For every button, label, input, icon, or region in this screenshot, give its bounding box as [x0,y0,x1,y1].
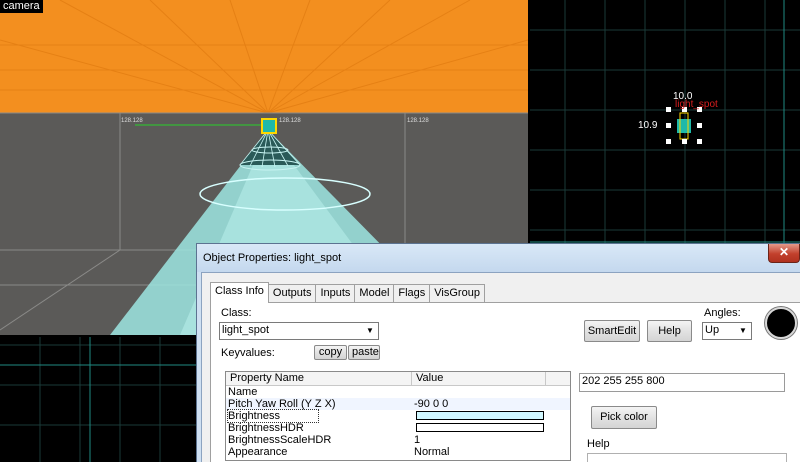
table-row[interactable]: Name [226,386,570,398]
close-button[interactable]: ✕ [768,244,800,263]
property-name: BrightnessHDR [228,422,304,434]
angles-select[interactable]: Up ▼ [702,322,752,340]
smartedit-toggle[interactable]: SmartEdit [584,320,640,342]
ortho-viewport-front[interactable] [0,337,200,462]
table-row[interactable]: Appearance Normal [226,446,570,458]
class-info-panel: Class: light_spot ▼ Keyvalues: copy past… [210,302,800,462]
tab-inputs[interactable]: Inputs [315,284,356,303]
close-icon: ✕ [778,245,790,259]
column-header-property-name[interactable]: Property Name [226,372,412,386]
property-name: Appearance [228,446,288,458]
property-value: -90 0 0 [414,398,449,410]
class-select[interactable]: light_spot ▼ [219,322,379,340]
height-readout: 10.9 [638,120,658,131]
class-select-value: light_spot [222,324,270,336]
table-row[interactable]: Pitch Yaw Roll (Y Z X) -90 0 0 [226,398,570,410]
property-name: Pitch Yaw Roll (Y Z X) [228,398,336,410]
chevron-down-icon: ▼ [366,326,374,335]
angles-select-value: Up [705,324,720,336]
value-input[interactable]: 202 255 255 800 [579,373,785,392]
class-label: Class: [221,307,252,319]
pick-color-button[interactable]: Pick color [591,406,657,429]
keyvalues-label: Keyvalues: [221,347,275,359]
viewport-label-camera: camera [0,0,43,13]
angles-label: Angles: [704,307,741,319]
position-marker: 128.128 [279,118,301,124]
dialog-client: Class Info Outputs Inputs Model Flags Vi… [201,272,800,462]
object-properties-dialog: Object Properties: light_spot ✕ Class In… [196,243,800,462]
help-text-area [587,453,787,462]
keyvalues-table: Property Name Value Name Pitch Yaw Roll … [225,371,571,461]
property-name: BrightnessScaleHDR [228,434,332,446]
paste-button[interactable]: paste [348,345,380,360]
tab-class-info[interactable]: Class Info [210,282,269,303]
help-section-label: Help [587,438,610,450]
chevron-down-icon: ▼ [739,326,747,335]
property-value: Normal [414,446,450,458]
tab-outputs[interactable]: Outputs [267,284,317,303]
tab-visgroup[interactable]: VisGroup [429,284,485,303]
property-name: Brightness [227,409,319,423]
position-marker: 128.128 [407,118,429,124]
dialog-title: Object Properties: light_spot [203,252,342,264]
copy-button[interactable]: copy [314,345,347,360]
tab-model[interactable]: Model [354,284,395,303]
property-name: Name [228,386,258,398]
position-marker: 128.128 [121,118,143,124]
ortho-grid [0,337,200,462]
entity-name-label: light_spot [675,99,718,110]
angle-dial[interactable] [765,307,797,339]
table-row[interactable]: BrightnessHDR [226,422,570,434]
table-row[interactable]: Brightness [226,409,570,423]
help-button[interactable]: Help [647,320,692,342]
color-swatch[interactable] [416,411,544,420]
table-header: Property Name Value [226,372,570,386]
column-header-value[interactable]: Value [412,372,546,386]
tab-flags[interactable]: Flags [393,284,431,303]
property-value: 1 [414,434,421,446]
tab-strip: Class Info Outputs Inputs Model Flags Vi… [210,282,485,303]
table-row[interactable]: BrightnessScaleHDR 1 [226,434,570,446]
color-swatch[interactable] [416,423,544,432]
dialog-titlebar[interactable]: Object Properties: light_spot ✕ [197,244,800,272]
